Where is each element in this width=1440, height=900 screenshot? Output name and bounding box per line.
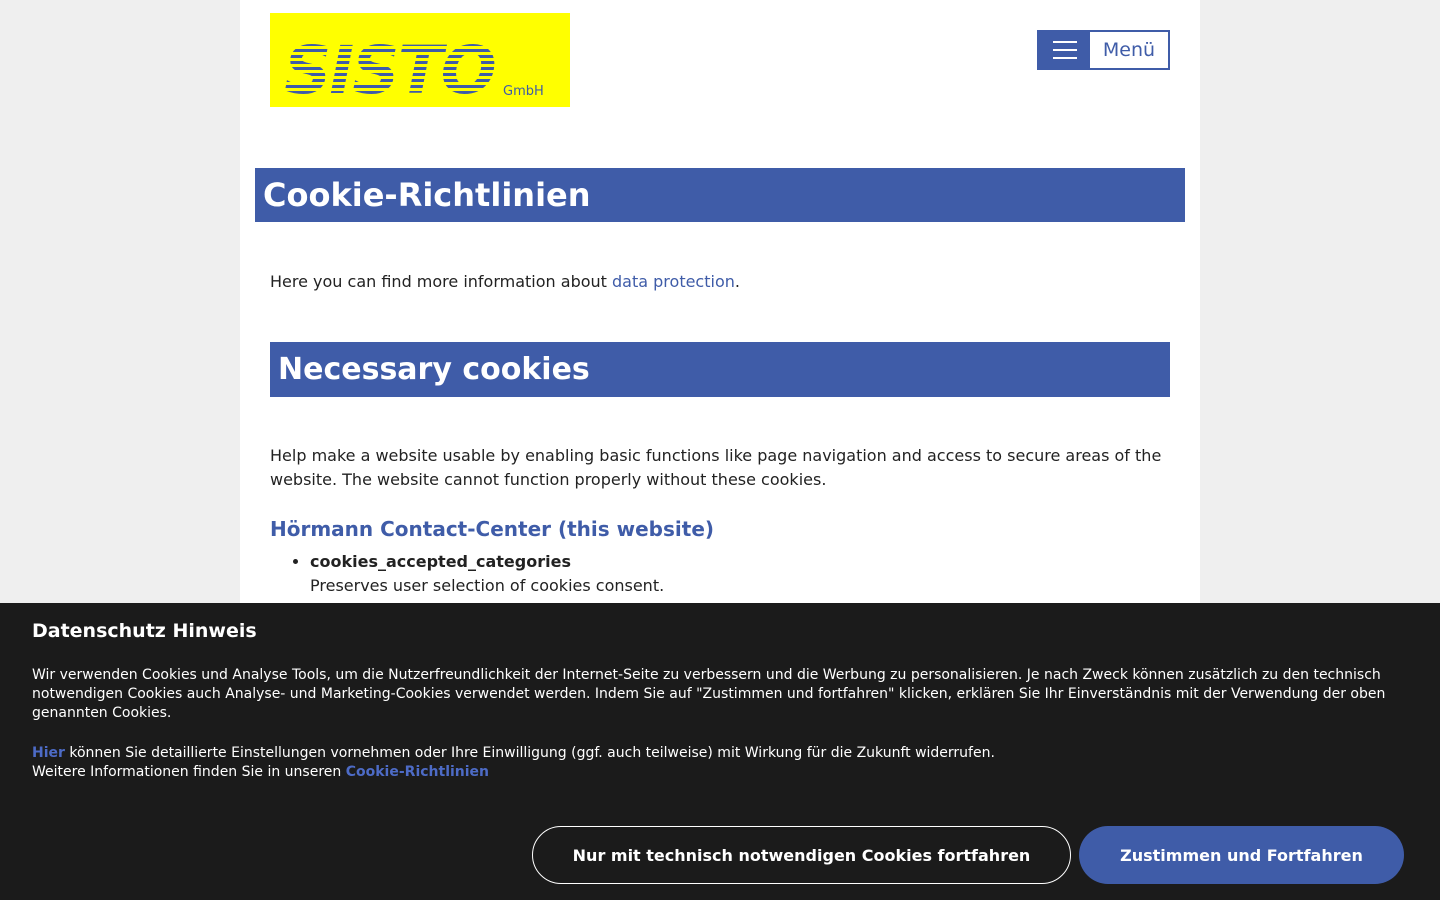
cookie-list: cookies_accepted_categories Preserves us…	[310, 550, 1170, 598]
provider-heading: Hörmann Contact-Center (this website)	[270, 517, 715, 541]
data-protection-link[interactable]: data protection	[612, 272, 735, 291]
sisto-logo[interactable]: SISTO GmbH	[270, 13, 570, 107]
banner-text: Wir verwenden Cookies und Analyse Tools,…	[32, 667, 1386, 721]
banner-settings-text: Hier können Sie detaillierte Einstellung…	[32, 744, 1412, 782]
cookie-policy-link[interactable]: Cookie-Richtlinien	[346, 764, 489, 780]
intro-text: Here you can find more information about…	[270, 270, 740, 294]
intro-prefix: Here you can find more information about	[270, 272, 613, 291]
banner-title: Datenschutz Hinweis	[32, 620, 257, 642]
menu-label: Menü	[1102, 39, 1156, 61]
necessary-cookies-heading: Necessary cookies	[270, 342, 1170, 397]
necessary-only-button[interactable]: Nur mit technisch notwendigen Cookies fo…	[532, 826, 1071, 884]
cookie-name: cookies_accepted_categories	[310, 552, 571, 571]
settings-link[interactable]: Hier	[32, 745, 65, 761]
hamburger-icon	[1039, 32, 1090, 68]
logo-suffix: GmbH	[503, 84, 544, 99]
list-item: cookies_accepted_categories Preserves us…	[310, 550, 1170, 598]
menu-button[interactable]: Menü	[1037, 30, 1170, 70]
necessary-cookies-description: Help make a website usable by enabling b…	[270, 446, 1162, 489]
cookie-description: Preserves user selection of cookies cons…	[310, 576, 665, 595]
accept-button[interactable]: Zustimmen und Fortfahren	[1079, 826, 1404, 884]
page-title: Cookie-Richtlinien	[255, 168, 1185, 222]
settings-text: können Sie detaillierte Einstellungen vo…	[64, 745, 995, 761]
intro-suffix: .	[734, 272, 740, 291]
logo-wordmark: SISTO	[284, 32, 495, 107]
logo-graphic: SISTO GmbH	[284, 32, 544, 107]
more-info-text: Weitere Informationen finden Sie in unse…	[32, 764, 346, 780]
cookie-consent-banner: Datenschutz Hinweis Wir verwenden Cookie…	[0, 603, 1440, 900]
